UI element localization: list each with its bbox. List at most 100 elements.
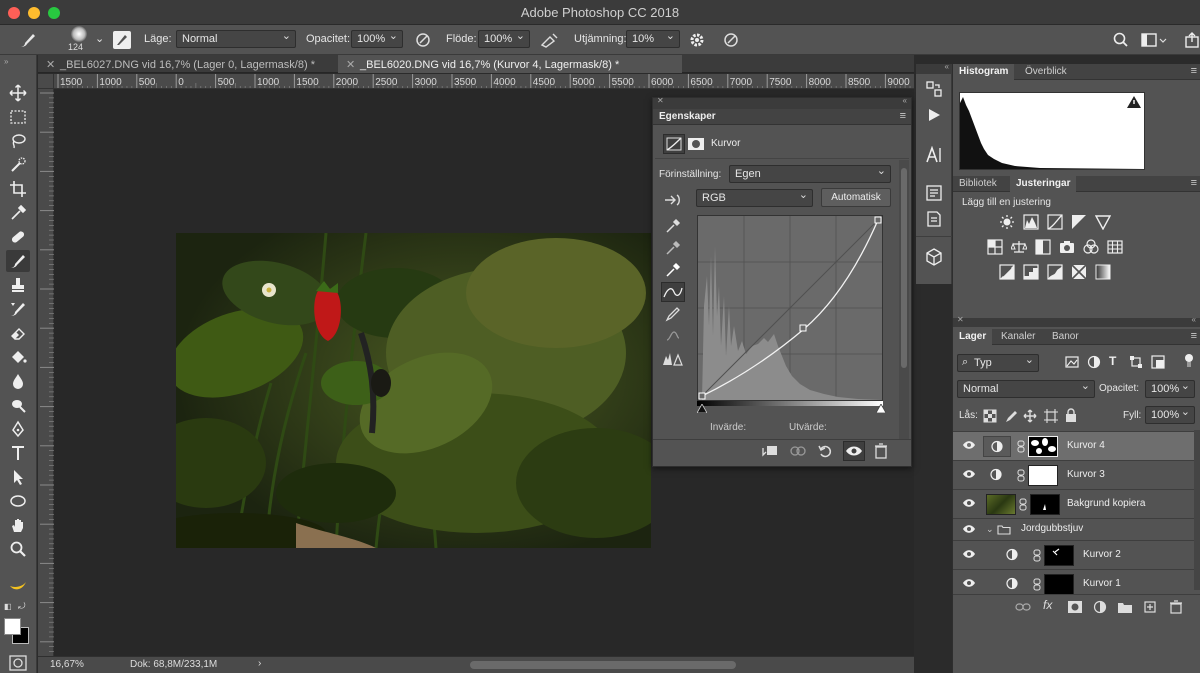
exposure-icon[interactable]	[1071, 214, 1087, 230]
draw-curve-pencil-icon[interactable]	[665, 306, 681, 322]
panel-collapse-icon[interactable]: «	[1192, 315, 1196, 324]
layer-name[interactable]: Kurvor 1	[1083, 578, 1121, 589]
delete-layer-icon[interactable]	[1169, 600, 1183, 614]
pressure-size-icon[interactable]	[722, 31, 740, 49]
visibility-eye-icon[interactable]	[962, 524, 976, 534]
hue-saturation-icon[interactable]	[987, 239, 1003, 255]
path-selection-tool-icon[interactable]	[6, 466, 30, 488]
visibility-eye-icon[interactable]	[962, 440, 976, 450]
quick-mask-icon[interactable]	[9, 655, 27, 671]
status-menu-arrow-icon[interactable]: ›	[258, 658, 261, 669]
document-tab-1[interactable]: ✕ _BEL6027.DNG vid 16,7% (Lager 0, Lagerm…	[38, 55, 338, 73]
layer-opacity-field[interactable]: 100%	[1145, 379, 1195, 398]
panel-close-icon[interactable]: ✕	[957, 315, 964, 324]
new-layer-icon[interactable]	[1143, 600, 1157, 614]
layer-group-jordgubbstjuv[interactable]: ⌄ Jordgubbstjuv	[953, 519, 1195, 541]
panel-menu-icon[interactable]: ≡	[1191, 65, 1197, 77]
posterize-icon[interactable]	[1023, 264, 1039, 280]
lock-all-icon[interactable]	[1065, 408, 1077, 423]
fill-field[interactable]: 100%	[1145, 405, 1195, 424]
smoothing-field[interactable]: 10%	[626, 29, 680, 48]
foreground-color-swatch[interactable]	[4, 618, 21, 635]
layer-group-name[interactable]: Jordgubbstjuv	[1021, 523, 1083, 534]
healing-brush-tool-icon[interactable]	[6, 226, 30, 248]
group-expand-chevron-icon[interactable]: ⌄	[986, 524, 994, 535]
mask-link-icon[interactable]	[1033, 549, 1041, 562]
properties-panel-header[interactable]: ✕ «	[653, 96, 911, 109]
filter-type-layers-icon[interactable]: T	[1109, 354, 1116, 368]
hand-tool-icon[interactable]	[6, 514, 30, 536]
brush-settings-toggle-icon[interactable]	[113, 31, 131, 49]
black-white-icon[interactable]	[1035, 239, 1051, 255]
panel-menu-icon[interactable]: ≡	[1191, 330, 1197, 342]
zoom-level[interactable]: 16,67%	[50, 659, 84, 670]
mask-link-icon[interactable]	[1033, 578, 1041, 591]
lock-position-icon[interactable]	[1023, 409, 1037, 423]
visibility-eye-icon[interactable]	[962, 498, 976, 508]
layer-mask-thumbnail[interactable]	[1030, 494, 1060, 515]
character-panel-icon[interactable]	[924, 146, 944, 164]
pressure-opacity-icon[interactable]	[414, 31, 432, 49]
mask-link-icon[interactable]	[1017, 440, 1025, 453]
delete-adjustment-icon[interactable]	[874, 443, 888, 459]
color-balance-icon[interactable]	[1011, 239, 1027, 255]
threshold-icon[interactable]	[1047, 264, 1063, 280]
3d-panel-icon[interactable]	[925, 248, 943, 266]
layer-row-kurvor-4[interactable]: Kurvor 4	[953, 432, 1195, 461]
visibility-eye-icon[interactable]	[962, 549, 976, 559]
layer-mask-thumbnail[interactable]	[1044, 574, 1074, 595]
brush-dropdown-arrow-icon[interactable]: ⌄	[95, 32, 104, 45]
filter-adjustment-layers-icon[interactable]	[1087, 355, 1101, 369]
channel-mixer-icon[interactable]	[1083, 239, 1099, 255]
curves-icon[interactable]	[1047, 214, 1063, 230]
layer-style-fx-icon[interactable]: fx	[1043, 598, 1052, 612]
selective-color-icon[interactable]	[1071, 264, 1087, 280]
pen-tool-icon[interactable]	[6, 418, 30, 440]
sample-gray-point-icon[interactable]	[665, 240, 681, 256]
layer-mask-thumbnail[interactable]	[1028, 465, 1058, 486]
brush-size-picker[interactable]: 124	[66, 26, 92, 52]
add-mask-icon[interactable]	[1067, 600, 1083, 614]
flow-field[interactable]: 100%	[478, 29, 530, 48]
document-image[interactable]	[176, 233, 651, 548]
ruler-origin[interactable]	[38, 74, 54, 89]
layer-row-kurvor-2[interactable]: Kurvor 2	[953, 541, 1195, 570]
smooth-curve-icon[interactable]	[665, 328, 681, 344]
smoothing-settings-gear-icon[interactable]	[688, 31, 706, 49]
ellipse-tool-icon[interactable]	[6, 490, 30, 512]
sample-black-point-icon[interactable]	[665, 218, 681, 234]
toolbar-collapse-icon[interactable]: »	[4, 57, 8, 66]
mask-link-icon[interactable]	[1019, 498, 1027, 511]
photo-filter-icon[interactable]	[1059, 239, 1075, 255]
clone-stamp-tool-icon[interactable]	[6, 274, 30, 296]
layer-name[interactable]: Bakgrund kopiera	[1067, 498, 1145, 509]
blend-mode-dropdown[interactable]: Normal	[957, 379, 1095, 398]
eraser-tool-icon[interactable]	[6, 322, 30, 344]
banana-edit-toolbar-icon[interactable]	[6, 574, 30, 596]
notes-panel-icon[interactable]	[925, 210, 943, 228]
filter-shape-layers-icon[interactable]	[1129, 355, 1143, 369]
lasso-tool-icon[interactable]	[6, 130, 30, 152]
properties-panel-title[interactable]: Egenskaper	[659, 111, 716, 122]
close-tab-icon[interactable]: ✕	[346, 58, 360, 71]
brightness-contrast-icon[interactable]	[999, 214, 1015, 230]
white-point-slider-handle[interactable]	[876, 404, 886, 413]
layer-name[interactable]: Kurvor 2	[1083, 549, 1121, 560]
sample-white-point-icon[interactable]	[665, 262, 681, 278]
layer-name[interactable]: Kurvor 4	[1067, 440, 1105, 451]
workspace-switcher-icon[interactable]	[1140, 31, 1168, 49]
marquee-tool-icon[interactable]	[6, 106, 30, 128]
new-group-folder-icon[interactable]	[1117, 600, 1133, 614]
crop-tool-icon[interactable]	[6, 178, 30, 200]
brush-tool-icon[interactable]	[6, 250, 30, 272]
blur-tool-icon[interactable]	[6, 370, 30, 392]
type-tool-icon[interactable]	[6, 442, 30, 464]
tab-channels[interactable]: Kanaler	[995, 329, 1041, 345]
filter-smart-objects-icon[interactable]	[1151, 355, 1165, 369]
visibility-eye-icon[interactable]	[962, 578, 976, 588]
view-previous-state-icon[interactable]	[789, 444, 807, 458]
layer-filter-dropdown[interactable]: ⌕ Typ	[957, 353, 1039, 372]
filter-pixel-layers-icon[interactable]	[1065, 355, 1079, 369]
move-tool-icon[interactable]	[6, 82, 30, 104]
default-colors-icon[interactable]: ◧	[4, 602, 12, 611]
